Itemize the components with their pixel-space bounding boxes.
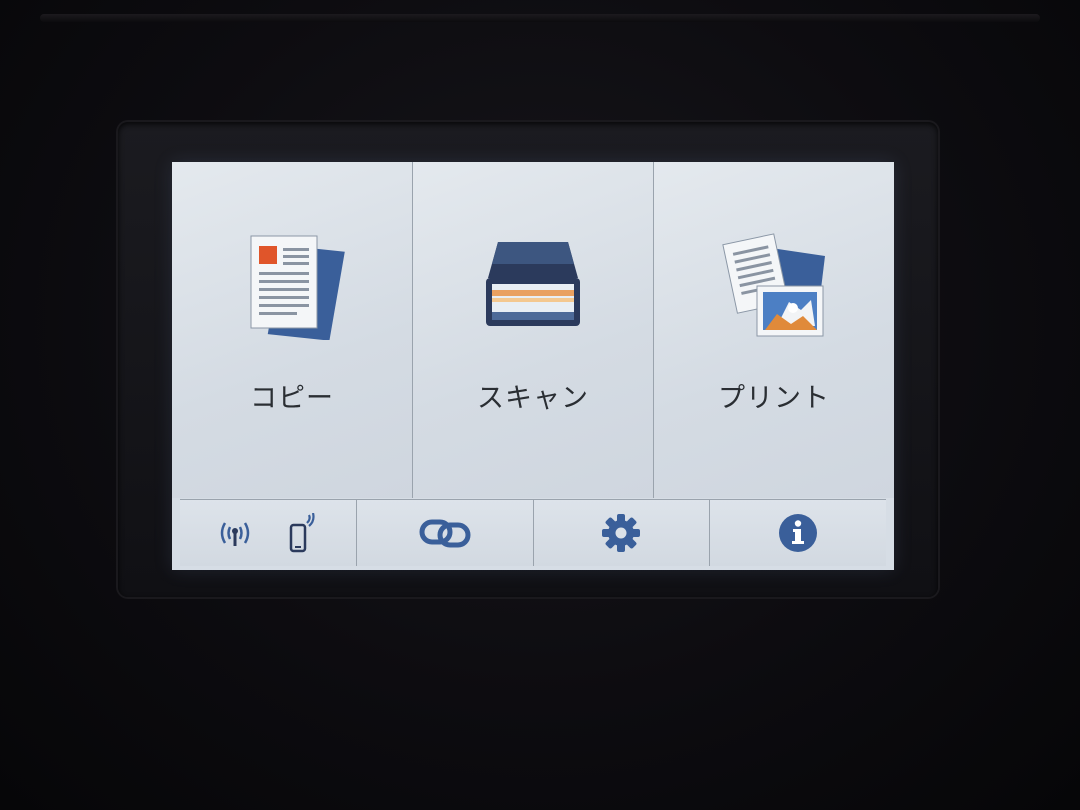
touch-screen: コピー スキャン プリント — [172, 162, 894, 570]
connect-button[interactable] — [356, 500, 534, 566]
printer-body: コピー スキャン プリント — [0, 0, 1080, 810]
gear-icon — [602, 514, 641, 552]
scan-label: スキャン — [477, 383, 589, 414]
home-tiles: コピー スキャン プリント — [172, 162, 894, 498]
wireless-status-button[interactable] — [180, 500, 357, 566]
print-label: プリント — [718, 383, 830, 414]
scan-tile[interactable]: スキャン — [413, 162, 654, 498]
settings-button[interactable] — [533, 500, 711, 566]
copy-label: コピー — [250, 383, 334, 414]
wifi-antenna-icon — [220, 522, 250, 546]
bottom-toolbar — [180, 499, 886, 566]
info-button[interactable] — [710, 500, 886, 566]
chain-link-icon — [419, 519, 471, 548]
copy-document-icon — [250, 235, 345, 340]
copy-tile[interactable]: コピー — [172, 162, 413, 498]
print-photo-icon — [722, 233, 825, 337]
scanner-icon — [486, 242, 580, 326]
print-tile[interactable]: プリント — [654, 162, 894, 498]
top-ridge — [40, 14, 1040, 22]
info-icon — [779, 514, 818, 552]
mobile-device-icon — [289, 513, 315, 553]
